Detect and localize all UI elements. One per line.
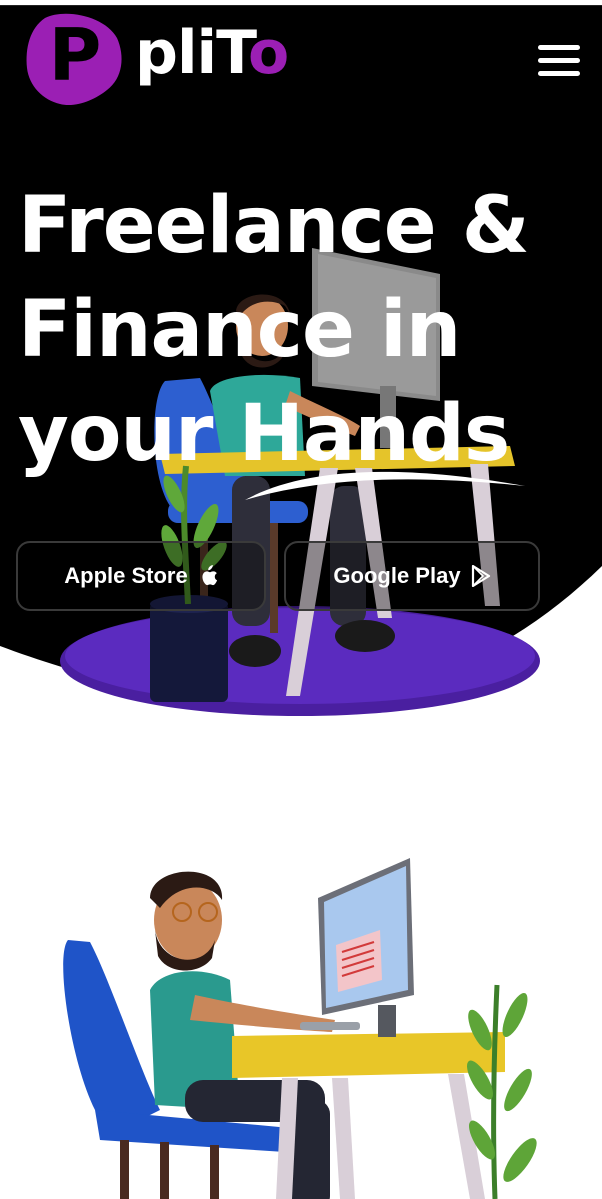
hero-headline: Freelance & Finance in your Hands [18, 174, 598, 486]
headline-line-2: Finance in [18, 285, 461, 375]
apple-icon [202, 565, 217, 586]
hamburger-menu-icon[interactable] [536, 42, 584, 78]
feature-illustration [63, 858, 537, 1199]
logo[interactable]: P pliTo [25, 8, 295, 114]
top-border [0, 0, 602, 6]
logo-name-prefix: pliT [135, 18, 249, 88]
apple-store-button[interactable]: Apple Store [16, 541, 266, 611]
google-play-button[interactable]: Google Play [284, 541, 540, 611]
logo-mark-icon: P [26, 13, 122, 106]
play-icon [471, 565, 490, 587]
headline-line-1: Freelance & [18, 181, 530, 271]
svg-text:P: P [49, 13, 102, 97]
google-play-label: Google Play [333, 563, 461, 588]
logo-wordmark: pliTo [135, 8, 289, 98]
underline-swash [245, 471, 525, 500]
logo-name-suffix: o [248, 18, 289, 88]
hero-section: P pliTo Freelance & Finance in your Hand… [0, 6, 602, 726]
apple-store-label: Apple Store [64, 563, 188, 588]
